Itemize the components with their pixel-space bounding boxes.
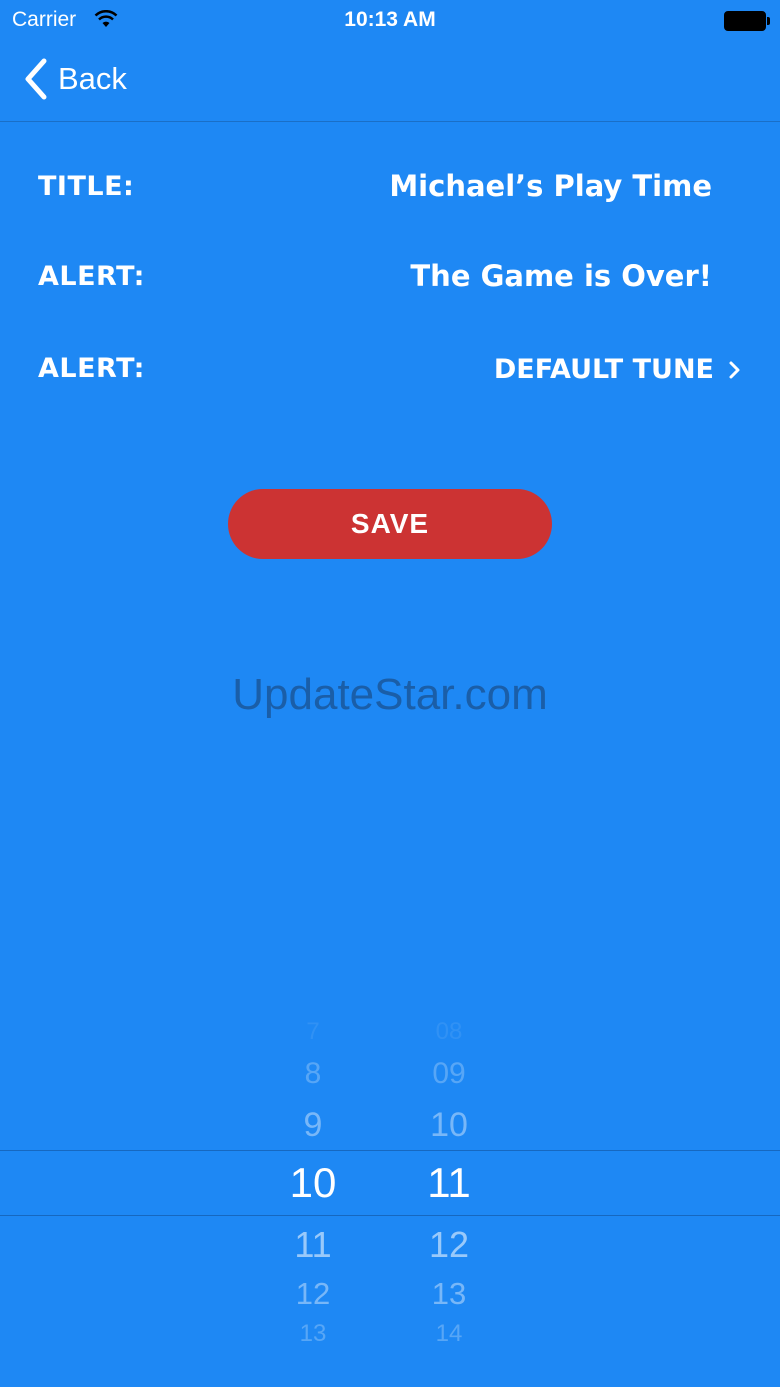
minute-option[interactable]: 13 (389, 1276, 509, 1312)
alert-tune-value: DEFAULT TUNE (493, 354, 714, 385)
alert-tune-row[interactable]: ALERT: DEFAULT TUNE (0, 345, 780, 395)
alert-tune-label: ALERT: (38, 353, 145, 384)
title-label: TITLE: (38, 171, 135, 202)
hour-picker-column[interactable]: 7 8 9 10 11 12 13 (253, 1010, 373, 1355)
hour-option[interactable]: 7 (253, 1018, 373, 1046)
back-label: Back (58, 61, 127, 96)
time-picker[interactable]: 7 8 9 10 11 12 13 08 09 10 11 12 13 14 (0, 1010, 780, 1355)
minute-option-selected[interactable]: 11 (389, 1159, 509, 1207)
minute-option[interactable]: 08 (389, 1018, 509, 1046)
title-row[interactable]: TITLE: Michael’s Play Time (0, 163, 780, 213)
navigation-bar: Back (0, 40, 780, 122)
title-value[interactable]: Michael’s Play Time (389, 169, 712, 203)
alert-tune-selector[interactable]: DEFAULT TUNE (494, 354, 742, 385)
minute-option[interactable]: 09 (389, 1057, 509, 1091)
minute-option[interactable]: 10 (389, 1106, 509, 1145)
chevron-right-icon (729, 361, 740, 378)
minute-option[interactable]: 12 (389, 1224, 509, 1266)
hour-option[interactable]: 9 (253, 1106, 373, 1145)
alert-message-value[interactable]: The Game is Over! (410, 259, 712, 293)
minute-picker-column[interactable]: 08 09 10 11 12 13 14 (389, 1010, 509, 1355)
hour-option[interactable]: 12 (253, 1276, 373, 1312)
watermark: UpdateStar.com (232, 670, 548, 719)
hour-option-selected[interactable]: 10 (253, 1159, 373, 1207)
save-button[interactable]: SAVE (228, 489, 552, 559)
minute-option[interactable]: 14 (389, 1320, 509, 1346)
alert-message-row[interactable]: ALERT: The Game is Over! (0, 253, 780, 303)
back-button[interactable]: Back (22, 56, 127, 102)
hour-option[interactable]: 11 (253, 1224, 373, 1266)
back-chevron-icon (25, 58, 47, 100)
alert-message-label: ALERT: (38, 261, 145, 292)
battery-icon (724, 11, 770, 31)
hour-option[interactable]: 8 (253, 1057, 373, 1091)
hour-option[interactable]: 13 (253, 1320, 373, 1346)
status-bar: Carrier 10:13 AM (0, 0, 780, 40)
status-time: 10:13 AM (344, 8, 436, 31)
